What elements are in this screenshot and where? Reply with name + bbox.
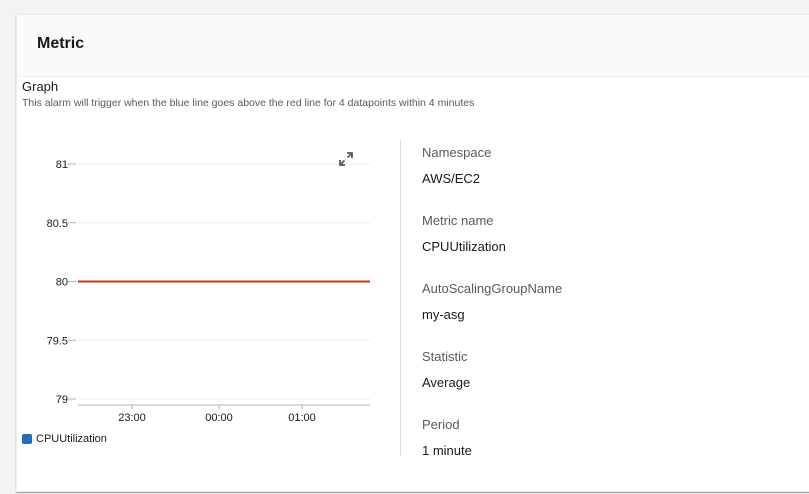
y-tick-label: 81 — [56, 159, 68, 171]
detail-asg-name: AutoScalingGroupName my-asg — [422, 281, 782, 349]
x-tick-label: 01:00 — [288, 412, 316, 424]
metric-details: Namespace AWS/EC2 Metric name CPUUtiliza… — [422, 145, 782, 485]
detail-value: Average — [422, 375, 471, 390]
y-tick-label: 79 — [56, 394, 68, 406]
detail-label: Namespace — [422, 145, 492, 160]
x-tick-label: 23:00 — [118, 412, 146, 424]
detail-value: CPUUtilization — [422, 239, 506, 254]
detail-label: Statistic — [422, 349, 468, 364]
panel-header: Metric — [17, 15, 809, 77]
metric-chart: 81 80.5 80 79.5 79 23:00 00:00 01:00 — [47, 159, 370, 424]
detail-value: my-asg — [422, 307, 465, 322]
detail-value: 1 minute — [422, 443, 472, 458]
chart-legend[interactable]: CPUUtilization — [22, 433, 107, 445]
y-tick-label: 79.5 — [47, 335, 68, 347]
detail-label: AutoScalingGroupName — [422, 281, 563, 296]
legend-label: CPUUtilization — [36, 433, 107, 445]
x-tick-label: 00:00 — [205, 412, 233, 424]
graph-description: This alarm will trigger when the blue li… — [22, 97, 475, 109]
panel-title: Metric — [37, 35, 85, 52]
detail-label: Period — [422, 417, 460, 432]
y-tick-label: 80.5 — [47, 218, 68, 230]
detail-label: Metric name — [422, 213, 494, 228]
detail-namespace: Namespace AWS/EC2 — [422, 145, 782, 213]
detail-value: AWS/EC2 — [422, 171, 481, 186]
detail-metric-name: Metric name CPUUtilization — [422, 213, 782, 281]
legend-swatch — [22, 434, 32, 444]
divider — [400, 140, 401, 456]
detail-period: Period 1 minute — [422, 417, 782, 485]
graph-title: Graph — [22, 79, 59, 94]
detail-statistic: Statistic Average — [422, 349, 782, 417]
expand-icon[interactable] — [338, 151, 354, 167]
y-tick-label: 80 — [56, 277, 68, 289]
